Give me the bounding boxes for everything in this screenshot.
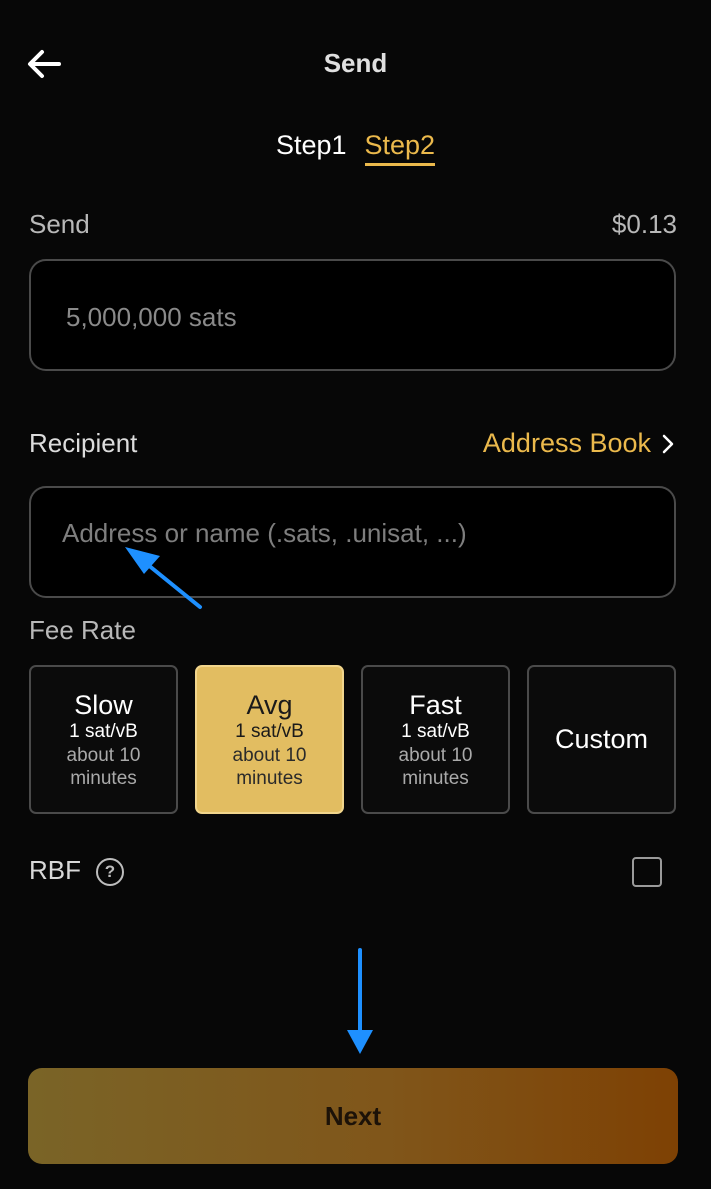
fee-option-slow[interactable]: Slow 1 sat/vB about 10 minutes — [29, 665, 178, 814]
step-tabs: Step1 Step2 — [0, 130, 711, 166]
fee-rate-label: Fee Rate — [29, 615, 136, 645]
usd-value: $0.13 — [611, 209, 677, 239]
fee-option-time: minutes — [70, 767, 137, 789]
fee-option-time: about 10 — [398, 744, 473, 766]
tab-step2[interactable]: Step2 — [364, 130, 436, 166]
fee-option-title: Slow — [74, 689, 133, 720]
fee-option-time: minutes — [236, 767, 303, 789]
down-arrow-icon — [347, 948, 373, 1054]
fee-option-fast[interactable]: Fast 1 sat/vB about 10 minutes — [361, 665, 510, 814]
page-title: Send — [323, 48, 388, 78]
fee-option-time: minutes — [402, 767, 469, 789]
rbf-checkbox[interactable] — [632, 857, 662, 887]
fee-option-time: about 10 — [232, 744, 307, 766]
fee-option-title: Avg — [246, 689, 293, 720]
recipient-placeholder: Address or name (.sats, .unisat, ...) — [62, 518, 467, 548]
fee-option-rate: 1 sat/vB — [401, 720, 470, 742]
chevron-right-icon — [662, 434, 674, 453]
fee-option-rate: 1 sat/vB — [235, 720, 304, 742]
amount-value: 5,000,000 sats — [66, 302, 237, 332]
tab-step1[interactable]: Step1 — [276, 130, 347, 166]
recipient-input[interactable]: Address or name (.sats, .unisat, ...) — [29, 486, 676, 598]
fee-option-title: Fast — [409, 689, 462, 720]
address-book-label: Address Book — [482, 428, 651, 458]
send-label: Send — [29, 209, 90, 239]
amount-field[interactable]: 5,000,000 sats — [29, 259, 676, 371]
help-glyph: ? — [104, 862, 116, 881]
next-button-label: Next — [324, 1100, 382, 1131]
question-circle-icon[interactable]: ? — [96, 858, 124, 886]
rbf-label: RBF — [29, 855, 81, 885]
fee-option-time: about 10 — [66, 744, 141, 766]
recipient-label: Recipient — [29, 428, 138, 458]
address-book-link[interactable]: Address Book — [483, 428, 675, 459]
fee-option-custom[interactable]: Custom — [527, 665, 676, 814]
fee-option-title: Custom — [554, 724, 649, 754]
fee-option-rate: 1 sat/vB — [69, 720, 138, 742]
next-button[interactable]: Next — [28, 1068, 678, 1164]
fee-option-avg[interactable]: Avg 1 sat/vB about 10 minutes — [195, 665, 344, 814]
